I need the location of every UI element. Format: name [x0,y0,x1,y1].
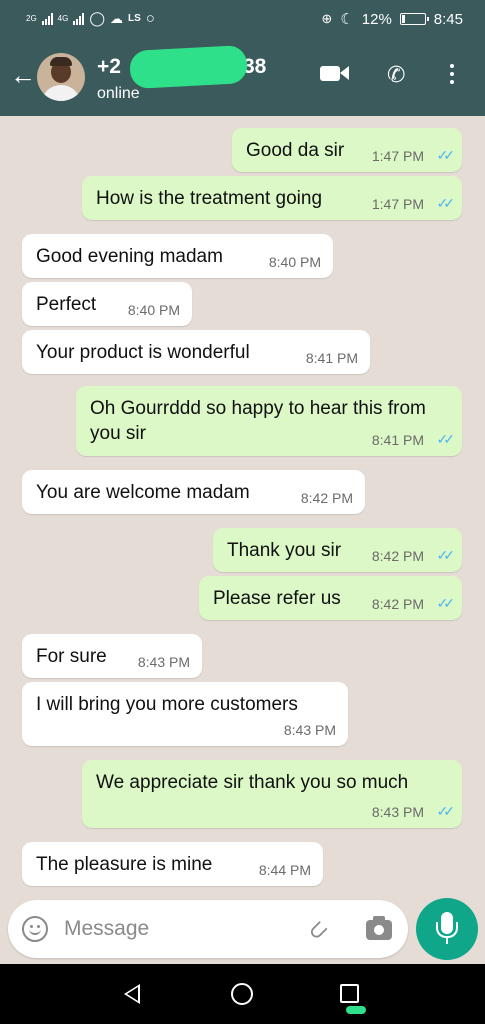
redaction-mark [129,44,248,90]
message-text: Good evening madam [36,246,223,267]
phone-icon[interactable]: ✆ [387,62,405,88]
system-nav-bar [0,964,485,1024]
signal-icon [41,12,53,25]
contact-prefix: +2 [97,55,121,78]
video-call-icon[interactable] [320,66,349,86]
message-bubble[interactable]: We appreciate sir thank you so much 8:43… [82,760,462,828]
battery-fill [401,15,405,23]
message-bubble[interactable]: Good evening madam 8:40 PM [22,234,333,278]
message-text: The pleasure is mine [36,854,213,875]
message-time: 8:42 PM [300,490,353,506]
message-text: You are welcome madam [36,482,250,503]
message-time: 8:43 PM [371,804,424,820]
moon-icon: ☾ [340,11,354,28]
sync-icon: ○ [145,10,155,27]
vibrate-icon: ⊕ [321,11,333,26]
status-left: 2G 4G ◯ ☁ LS ○ [26,10,155,27]
avatar-body [41,85,81,101]
mic-stand [446,938,448,944]
message-text: Good da sir [246,140,345,161]
message-bubble[interactable]: I will bring you more customers 8:43 PM [22,682,348,746]
chat-header: ← +2 38 online ✆ [0,40,485,116]
message-input-container[interactable]: ⊂ [8,900,408,958]
status-right: ⊕ ☾ 12% 8:45 [321,10,463,29]
message-time: 8:41 PM [371,432,424,448]
message-text: We appreciate sir thank you so much [96,772,409,793]
status-bar: 2G 4G ◯ ☁ LS ○ ⊕ ☾ 12% 8:45 [0,0,485,40]
message-time: 8:42 PM [371,596,424,612]
cloud-icon: ☁ [110,10,124,26]
message-text: For sure [36,646,107,667]
battery-icon [399,13,429,25]
message-time: 1:47 PM [371,196,424,212]
message-bubble[interactable]: Your product is wonderful 8:41 PM [22,330,370,374]
read-ticks-icon: ✓✓ [436,431,456,447]
clock: 8:45 [433,10,463,28]
message-text: Perfect [36,294,97,315]
network-4g-label: 4G [57,14,69,23]
more-options-icon[interactable] [450,64,454,88]
message-time: 1:47 PM [371,148,424,164]
nav-recents-icon[interactable] [340,984,359,1003]
read-ticks-icon: ✓✓ [436,803,456,819]
message-bubble[interactable]: Good da sir 1:47 PM ✓✓ [232,128,462,172]
message-bubble[interactable]: The pleasure is mine 8:44 PM [22,842,323,886]
battery-percent: 12% [361,10,392,28]
message-text: Your product is wonderful [36,342,250,363]
mic-button[interactable] [416,898,478,960]
message-bubble[interactable]: Perfect 8:40 PM [22,282,192,326]
message-text: I will bring you more customers [36,694,298,715]
avatar[interactable] [37,53,85,101]
message-time: 8:44 PM [258,862,311,878]
read-ticks-icon: ✓✓ [436,147,456,163]
message-time: 8:40 PM [127,302,180,318]
message-time: 8:41 PM [305,350,358,366]
message-text: Please refer us [213,588,341,609]
mic-icon [436,912,458,938]
camera-icon[interactable] [366,916,392,940]
message-time: 8:43 PM [137,654,190,670]
back-arrow-icon[interactable]: ← [10,62,36,88]
composer: ⊂ [0,896,485,964]
message-time: 8:43 PM [283,722,336,738]
avatar-cap [50,57,72,66]
message-bubble[interactable]: Please refer us 8:42 PM ✓✓ [199,576,462,620]
message-bubble[interactable]: You are welcome madam 8:42 PM [22,470,365,514]
message-text: How is the treatment going [96,188,323,209]
whatsapp-notification-icon: ◯ [89,10,106,26]
message-list[interactable]: Good da sir 1:47 PM ✓✓ How is the treatm… [0,116,485,896]
message-bubble[interactable]: Thank you sir 8:42 PM ✓✓ [213,528,462,572]
message-text: Thank you sir [227,540,342,561]
message-bubble[interactable]: Oh Gourrddd so happy to hear this from y… [76,386,462,456]
nav-back-icon[interactable] [124,984,140,1004]
read-ticks-icon: ✓✓ [436,595,456,611]
carrier-tag: LS [128,13,141,24]
message-time: 8:40 PM [268,254,321,270]
contact-status: online [97,85,140,102]
message-time: 8:42 PM [371,548,424,564]
network-2g-label: 2G [26,14,37,23]
attach-icon[interactable]: ⊂ [301,913,336,948]
read-ticks-icon: ✓✓ [436,195,456,211]
redaction-dot [346,1006,366,1014]
emoji-icon[interactable] [22,916,48,942]
message-bubble[interactable]: How is the treatment going 1:47 PM ✓✓ [82,176,462,220]
signal-icon-2 [73,12,85,25]
read-ticks-icon: ✓✓ [436,547,456,563]
nav-home-icon[interactable] [231,983,253,1005]
message-input[interactable] [64,914,294,944]
message-bubble[interactable]: For sure 8:43 PM [22,634,202,678]
